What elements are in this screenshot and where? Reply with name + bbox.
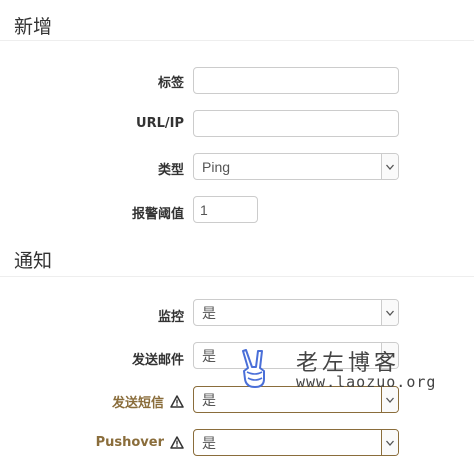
warning-icon [170,395,184,408]
chevron-down-icon[interactable] [381,387,398,412]
threshold-input[interactable]: 1 [193,196,258,223]
pushover-label: Pushover [96,435,184,450]
email-label: 发送邮件 [131,353,184,368]
chevron-down-icon[interactable] [381,343,398,368]
tag-label: 标签 [157,76,184,91]
sms-label: 发送短信 [112,392,184,411]
chevron-down-icon[interactable] [381,430,398,455]
type-select[interactable]: Ping [193,153,399,180]
threshold-label: 报警阈值 [131,207,184,222]
divider [0,276,474,277]
tag-input[interactable] [193,67,399,94]
monitor-select-value: 是 [202,304,216,321]
chevron-down-icon[interactable] [381,154,398,179]
type-label: 类型 [157,163,184,178]
email-select-value: 是 [202,347,216,364]
type-select-value: Ping [202,158,231,175]
chevron-down-icon[interactable] [381,300,398,325]
monitor-select[interactable]: 是 [193,299,399,326]
email-select[interactable]: 是 [193,342,399,369]
section-title-notify: 通知 [14,250,53,272]
pushover-select[interactable]: 是 [193,429,399,456]
url-input[interactable] [193,110,399,137]
divider [0,40,474,41]
pushover-select-value: 是 [202,434,216,451]
sms-select[interactable]: 是 [193,386,399,413]
url-label: URL/IP [136,116,184,131]
monitor-label: 监控 [157,310,184,325]
section-title-add: 新增 [14,16,53,38]
sms-select-value: 是 [202,391,216,408]
warning-icon [170,436,184,449]
